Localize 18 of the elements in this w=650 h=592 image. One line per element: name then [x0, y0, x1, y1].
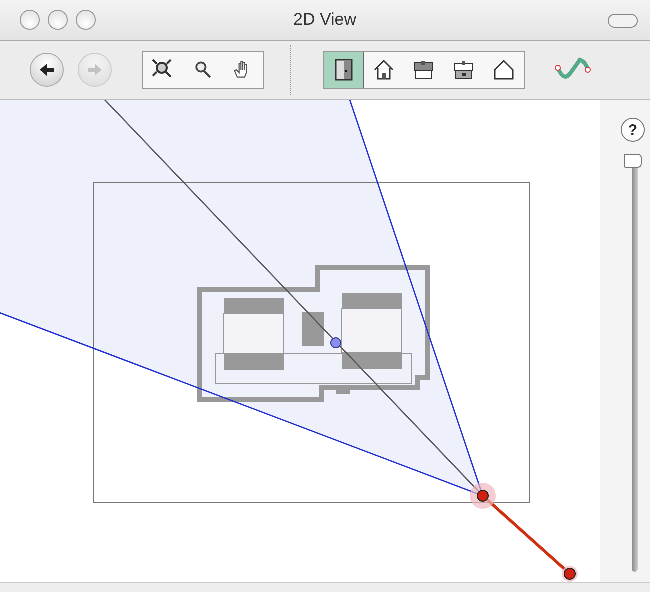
- toolbar-toggle-button[interactable]: [608, 14, 638, 28]
- back-button[interactable]: [30, 53, 64, 87]
- window-control-button[interactable]: [76, 10, 96, 30]
- door-panel-icon: [332, 58, 354, 82]
- camera-handle[interactable]: [470, 483, 496, 509]
- roof-icon: [413, 58, 435, 82]
- storey-icon: [453, 58, 475, 82]
- right-arrow-icon: [87, 63, 103, 77]
- camera-handle[interactable]: [562, 566, 578, 582]
- window-title: 2D View: [294, 10, 356, 30]
- left-arrow-icon: [39, 63, 55, 77]
- view-mode-button[interactable]: [324, 52, 364, 88]
- house-outline-icon: [493, 58, 515, 82]
- help-button[interactable]: ?: [621, 118, 645, 142]
- window-control-button[interactable]: [48, 10, 68, 30]
- zoom-slider[interactable]: [622, 154, 644, 572]
- house-icon: [373, 58, 395, 82]
- window-control-button[interactable]: [20, 10, 40, 30]
